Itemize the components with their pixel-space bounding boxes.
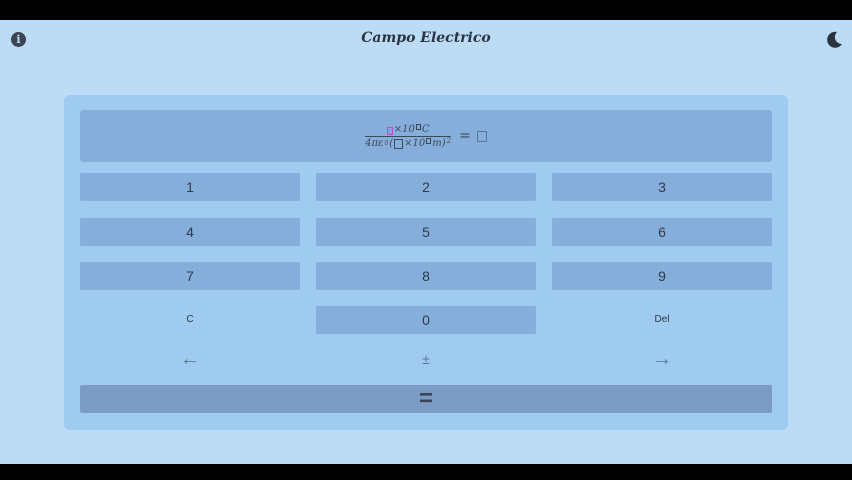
fraction-bar [365, 135, 452, 137]
numerator-times: ×10 [393, 123, 415, 135]
key-8[interactable]: 8 [316, 262, 536, 290]
key-1[interactable]: 1 [80, 173, 300, 201]
formula-display[interactable]: ×10 C 4πε 0 ( ×10 m) 2 = [80, 110, 772, 162]
formula-numerator: ×10 C [386, 123, 430, 135]
denominator-open-paren: ( [389, 137, 394, 149]
distance-input-placeholder[interactable] [394, 138, 404, 149]
formula-equals-sign: = [459, 128, 471, 144]
plus-minus-button[interactable]: ± [316, 345, 536, 373]
key-6[interactable]: 6 [552, 218, 772, 246]
denominator-exponent: 2 [446, 136, 452, 145]
left-arrow-icon[interactable]: ← [80, 345, 300, 373]
key-3[interactable]: 3 [552, 173, 772, 201]
denominator-prefix: 4πε [365, 137, 384, 149]
key-9[interactable]: 9 [552, 262, 772, 290]
charge-input-placeholder[interactable] [386, 126, 393, 135]
calculator-panel: ×10 C 4πε 0 ( ×10 m) 2 = 1 2 3 4 5 6 7 8… [64, 95, 788, 430]
key-2[interactable]: 2 [316, 173, 536, 201]
right-arrow-icon[interactable]: → [552, 345, 772, 373]
distance-exponent-placeholder[interactable] [426, 137, 432, 144]
delete-button[interactable]: Del [552, 306, 772, 334]
app-window: i Campo Electrico ×10 C 4πε 0 (×10 m) 2… [0, 20, 852, 464]
electric-field-formula: ×10 C 4πε 0 ( ×10 m) 2 = [365, 123, 487, 149]
clear-button[interactable]: C [80, 306, 300, 334]
result-placeholder [476, 130, 487, 142]
key-5[interactable]: 5 [316, 218, 536, 246]
key-4[interactable]: 4 [80, 218, 300, 246]
denominator-subscript: 0 [384, 139, 389, 147]
key-0[interactable]: 0 [316, 306, 536, 334]
key-7[interactable]: 7 [80, 262, 300, 290]
denominator-times: ×10 [404, 137, 426, 149]
equals-button[interactable]: = [80, 385, 772, 413]
app-title: Campo Electrico [361, 30, 491, 46]
formula-denominator: 4πε 0 ( ×10 m) 2 [365, 136, 452, 149]
moon-icon[interactable] [824, 30, 844, 50]
numerator-unit: C [421, 123, 430, 135]
denominator-unit: m) [432, 137, 446, 149]
charge-exponent-placeholder[interactable] [415, 123, 421, 130]
formula-fraction: ×10 C 4πε 0 ( ×10 m) 2 [365, 123, 452, 149]
top-bar: i Campo Electrico [0, 20, 852, 60]
